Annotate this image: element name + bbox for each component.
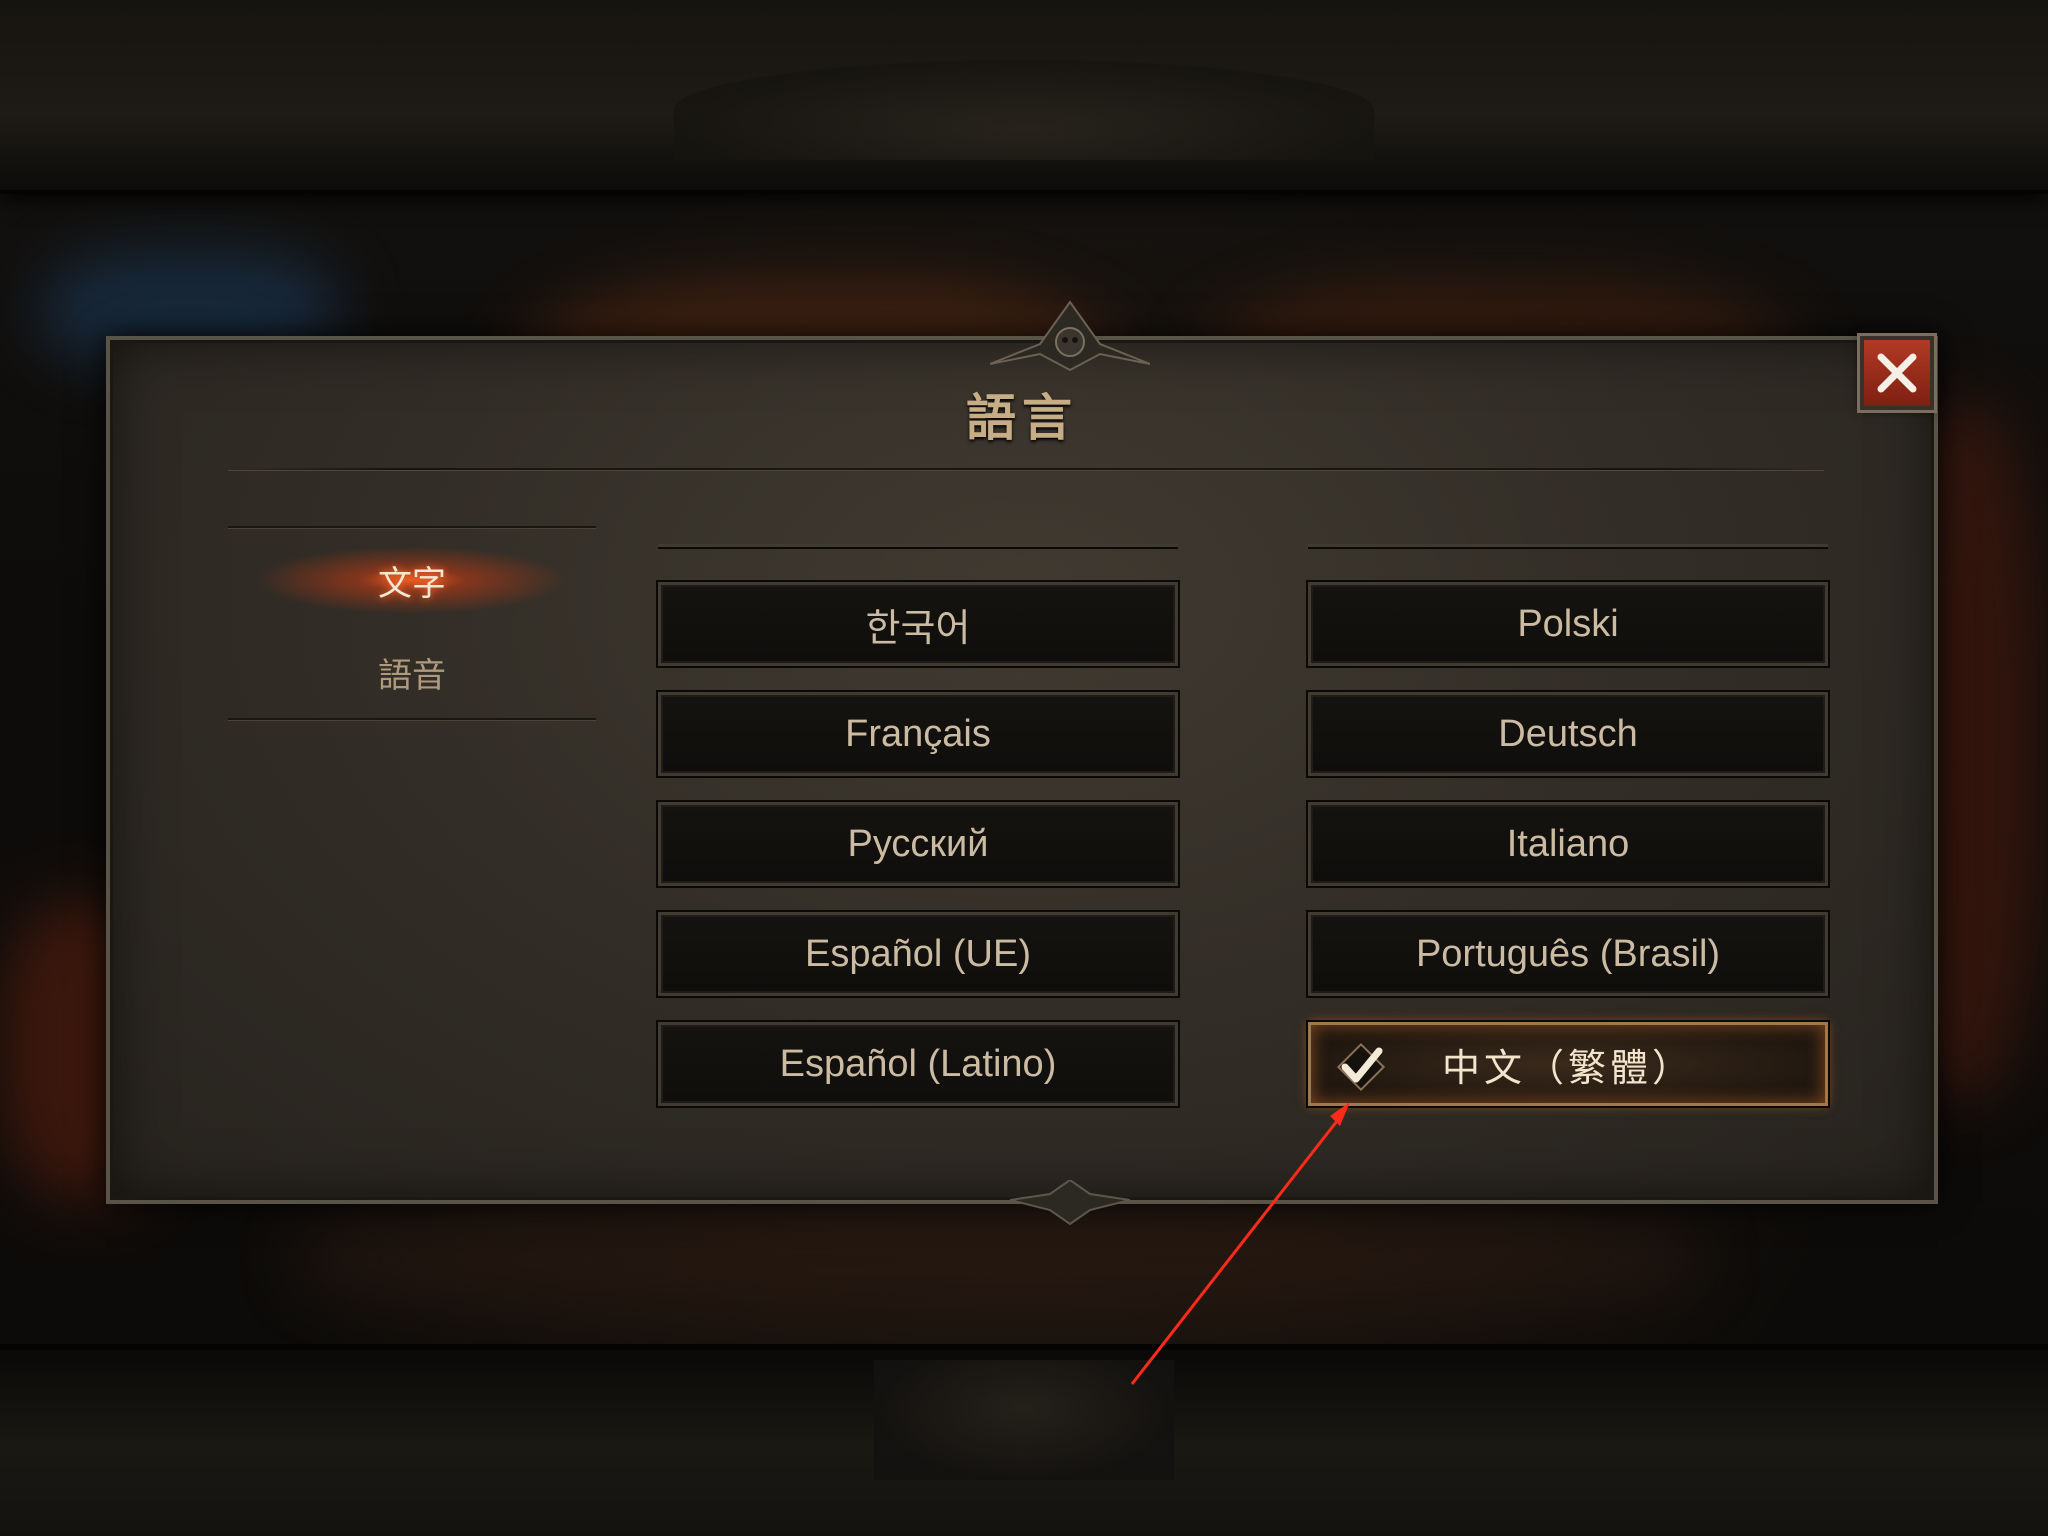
tab-divider <box>228 718 596 721</box>
language-label: Русский <box>847 822 989 865</box>
language-option-spanish-latino[interactable]: Español (Latino) <box>656 1020 1180 1108</box>
language-label: 中文（繁體） <box>1441 1047 1694 1090</box>
language-option-polish[interactable]: Polski <box>1306 580 1830 668</box>
language-label: Polski <box>1517 602 1619 645</box>
grid-top-edge <box>1308 530 1828 547</box>
tab-voice-label: 語音 <box>378 656 446 695</box>
language-label: Français <box>845 712 991 755</box>
language-option-russian[interactable]: Русский <box>656 800 1180 888</box>
language-dialog: 語言 文字 語音 한국어 Français Русский Español (U <box>106 300 1938 1226</box>
bottom-frame-ornament <box>874 1360 1174 1480</box>
tab-text-label: 文字 <box>378 564 446 603</box>
tab-list: 文字 語音 <box>228 526 596 726</box>
language-label: Deutsch <box>1498 712 1638 755</box>
language-option-french[interactable]: Français <box>656 690 1180 778</box>
grid-top-edge <box>658 530 1178 547</box>
language-option-spanish-eu[interactable]: Español (UE) <box>656 910 1180 998</box>
close-icon <box>1877 353 1917 393</box>
language-label: Italiano <box>1506 822 1630 865</box>
language-option-chinese-traditional[interactable]: 中文（繁體） <box>1306 1020 1830 1108</box>
bottom-crest-icon <box>1010 1180 1130 1226</box>
language-option-italian[interactable]: Italiano <box>1306 800 1830 888</box>
dialog-title: 語言 <box>966 388 1078 447</box>
close-button[interactable] <box>1857 333 1937 413</box>
skull-crest-icon <box>990 300 1150 372</box>
tab-voice[interactable]: 語音 <box>228 632 596 712</box>
background-blur <box>300 1200 1700 1320</box>
top-frame-ornament <box>674 60 1374 160</box>
language-option-german[interactable]: Deutsch <box>1306 690 1830 778</box>
tab-divider <box>228 526 596 529</box>
language-option-portuguese-brazil[interactable]: Português (Brasil) <box>1306 910 1830 998</box>
tab-text[interactable]: 文字 <box>228 540 596 620</box>
game-screen: 語言 文字 語音 한국어 Français Русский Español (U <box>0 0 2048 1536</box>
language-option-korean[interactable]: 한국어 <box>656 580 1180 668</box>
language-label: Español (UE) <box>805 932 1031 975</box>
title-divider <box>228 468 1824 471</box>
language-label: Português (Brasil) <box>1415 932 1721 975</box>
check-icon <box>1336 1042 1386 1092</box>
language-label: 한국어 <box>865 607 971 650</box>
language-label: Español (Latino) <box>779 1042 1057 1085</box>
